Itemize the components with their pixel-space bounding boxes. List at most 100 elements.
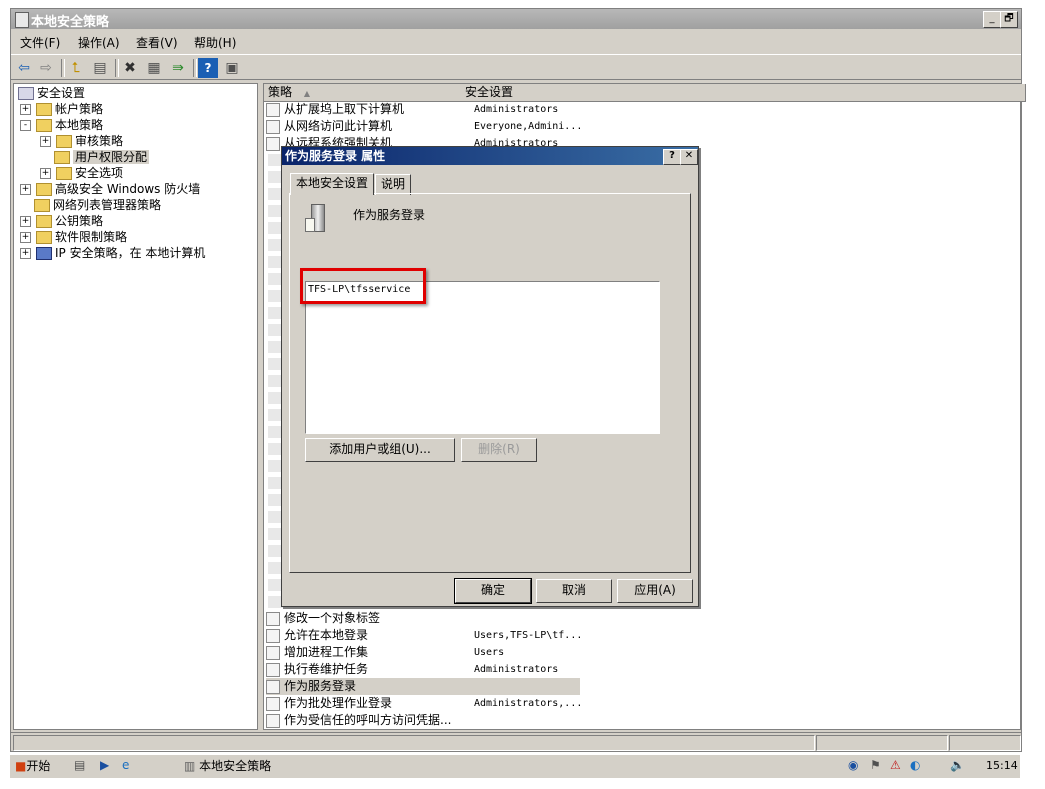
tab-explain[interactable]: 说明 bbox=[375, 174, 412, 195]
tree-item-local-policy[interactable]: - 本地策略 bbox=[20, 117, 103, 133]
list-item[interactable]: 从扩展坞上取下计算机 Administrators bbox=[266, 101, 826, 118]
tree-item-account-policy[interactable]: + 帐户策略 bbox=[20, 101, 103, 117]
minimize-button[interactable]: _ bbox=[983, 11, 1001, 28]
quicklaunch-ie-icon[interactable]: e bbox=[122, 758, 129, 772]
policy-icon bbox=[266, 696, 280, 711]
toolbar: ⇦ ⇨ ⮤ ▤ ✖ ▦ ⇛ ? ▣ bbox=[11, 54, 1021, 80]
tree-item-ip-security[interactable]: + IP 安全策略，在 本地计算机 bbox=[20, 245, 205, 261]
taskbar-item-local-security-policy[interactable]: ▥ 本地安全策略 bbox=[180, 757, 340, 776]
tree-item-label: IP 安全策略，在 本地计算机 bbox=[55, 246, 206, 260]
policy-icon bbox=[266, 611, 280, 626]
dialog-titlebar[interactable]: 作为服务登录 属性 bbox=[282, 147, 698, 165]
ip-security-icon bbox=[36, 247, 52, 260]
tree-item-label: 安全设置 bbox=[37, 86, 86, 100]
expand-icon[interactable]: + bbox=[20, 248, 31, 259]
clock[interactable]: 15:14 bbox=[986, 759, 1018, 772]
menu-bar: 文件(F) 操作(A) 查看(V) 帮助(H) bbox=[11, 31, 1021, 51]
forward-arrow-icon[interactable]: ⇨ bbox=[36, 58, 56, 78]
ok-button[interactable]: 确定 bbox=[454, 578, 532, 604]
dialog-close-button[interactable]: ✕ bbox=[680, 149, 698, 165]
tree-item-security-settings[interactable]: 安全设置 bbox=[18, 85, 85, 101]
expand-icon[interactable]: + bbox=[20, 216, 31, 227]
tree-item-label: 帐户策略 bbox=[55, 102, 104, 116]
toolbar-separator bbox=[193, 59, 197, 77]
policy-icon bbox=[266, 679, 280, 694]
policy-name: 修改一个对象标签 bbox=[284, 611, 381, 625]
column-label: 安全设置 bbox=[465, 85, 514, 99]
status-pane bbox=[816, 735, 948, 751]
dialog-help-button[interactable]: ? bbox=[663, 149, 681, 165]
security-policy-app-icon bbox=[15, 12, 29, 28]
expand-icon[interactable]: + bbox=[20, 232, 31, 243]
policy-name: 增加进程工作集 bbox=[284, 645, 369, 659]
tree-item-label: 安全选项 bbox=[75, 166, 124, 180]
list-item[interactable]: 作为受信任的呼叫方访问凭据... bbox=[266, 712, 826, 729]
folder-icon bbox=[36, 215, 52, 228]
properties-icon[interactable]: ▦ bbox=[144, 58, 164, 78]
window-title: 本地安全策略 bbox=[31, 15, 110, 30]
collapse-icon[interactable]: - bbox=[20, 120, 31, 131]
expand-icon[interactable]: + bbox=[20, 104, 31, 115]
server-policy-icon bbox=[305, 204, 329, 234]
policy-setting: Administrators bbox=[474, 664, 559, 675]
cancel-button[interactable]: 取消 bbox=[536, 579, 612, 603]
up-folder-icon[interactable]: ⮤ bbox=[66, 58, 86, 78]
tree-item-network-list-manager[interactable]: 网络列表管理器策略 bbox=[34, 197, 161, 213]
console-icon[interactable]: ▣ bbox=[222, 58, 242, 78]
tree-item-audit-policy[interactable]: + 审核策略 bbox=[40, 133, 123, 149]
menu-view[interactable]: 查看(V) bbox=[136, 34, 178, 51]
expand-icon[interactable]: + bbox=[40, 136, 51, 147]
list-item[interactable]: 修改一个对象标签 bbox=[266, 610, 826, 627]
tree-item-user-rights-assignment[interactable]: 用户权限分配 bbox=[54, 149, 150, 165]
list-item[interactable]: 允许在本地登录 Users,TFS-LP\tf... bbox=[266, 627, 826, 644]
policy-name: 从网络访问此计算机 bbox=[284, 119, 393, 133]
list-item[interactable]: 增加进程工作集 Users bbox=[266, 644, 826, 661]
tray-security-icon[interactable]: ⚠ bbox=[890, 758, 901, 772]
folder-icon bbox=[36, 103, 52, 116]
policy-icon bbox=[266, 119, 280, 134]
help-icon[interactable]: ? bbox=[198, 58, 218, 78]
taskbar: ■开始 ▤ ▶ e ▥ 本地安全策略 ◉ ⚑ ⚠ ◐ 🔈 15:14 bbox=[10, 754, 1020, 778]
menu-help[interactable]: 帮助(H) bbox=[194, 34, 236, 51]
policy-setting: Everyone,Admini... bbox=[474, 121, 583, 132]
expand-icon[interactable]: + bbox=[40, 168, 51, 179]
properties-dialog: 作为服务登录 属性 ? ✕ 本地安全设置 说明 作为服务登录 TFS-LP\tf… bbox=[281, 146, 699, 607]
export-list-icon[interactable]: ⇛ bbox=[168, 58, 188, 78]
menu-action[interactable]: 操作(A) bbox=[78, 34, 120, 51]
column-header-policy[interactable]: 策略 ▲ bbox=[264, 84, 466, 102]
back-arrow-icon[interactable]: ⇦ bbox=[14, 58, 34, 78]
expand-icon[interactable]: + bbox=[20, 184, 31, 195]
column-header-setting[interactable]: 安全设置 bbox=[461, 84, 1026, 102]
window-titlebar[interactable]: 本地安全策略 _ 🗗 bbox=[11, 9, 1021, 30]
tray-volume-icon[interactable]: 🔈 bbox=[950, 758, 965, 772]
apply-button[interactable]: 应用(A) bbox=[617, 579, 693, 603]
tab-local-security-setting[interactable]: 本地安全设置 bbox=[290, 173, 375, 195]
policy-setting: Users bbox=[474, 647, 505, 658]
tree-item-security-options[interactable]: + 安全选项 bbox=[40, 165, 123, 181]
policy-name: 作为批处理作业登录 bbox=[284, 696, 393, 710]
policy-name: 作为服务登录 bbox=[284, 679, 357, 693]
tray-flag-icon[interactable]: ⚑ bbox=[870, 758, 881, 772]
policy-icon bbox=[266, 102, 280, 117]
column-label: 策略 bbox=[268, 85, 293, 99]
start-button[interactable]: ■开始 bbox=[12, 757, 62, 776]
tree-item-advanced-firewall[interactable]: + 高级安全 Windows 防火墙 bbox=[20, 181, 200, 197]
list-item[interactable]: 执行卷维护任务 Administrators bbox=[266, 661, 826, 678]
quicklaunch-powershell-icon[interactable]: ▶ bbox=[100, 758, 109, 772]
remove-button[interactable]: 删除(R) bbox=[461, 438, 537, 462]
menu-file[interactable]: 文件(F) bbox=[20, 34, 60, 51]
tray-update-icon[interactable]: ◐ bbox=[910, 758, 920, 772]
tree-item-label: 网络列表管理器策略 bbox=[53, 198, 162, 212]
list-item[interactable]: 从网络访问此计算机 Everyone,Admini... bbox=[266, 118, 826, 135]
tree-item-public-key-policy[interactable]: + 公钥策略 bbox=[20, 213, 103, 229]
restore-button[interactable]: 🗗 bbox=[1000, 11, 1018, 28]
list-item[interactable]: 作为批处理作业登录 Administrators,... bbox=[266, 695, 826, 712]
tree-item-software-restriction[interactable]: + 软件限制策略 bbox=[20, 229, 127, 245]
console-tree[interactable]: 安全设置 + 帐户策略 - 本地策略 + 审核策略 用户权限分配 + 安全选项 + 高级安… bbox=[13, 83, 258, 730]
show-hide-tree-icon[interactable]: ▤ bbox=[90, 58, 110, 78]
list-item-selected[interactable]: 作为服务登录 bbox=[266, 678, 580, 695]
delete-icon[interactable]: ✖ bbox=[120, 58, 140, 78]
tray-network-icon[interactable]: ◉ bbox=[848, 758, 858, 772]
add-user-or-group-button[interactable]: 添加用户或组(U)... bbox=[305, 438, 455, 462]
quicklaunch-server-manager-icon[interactable]: ▤ bbox=[74, 758, 85, 772]
